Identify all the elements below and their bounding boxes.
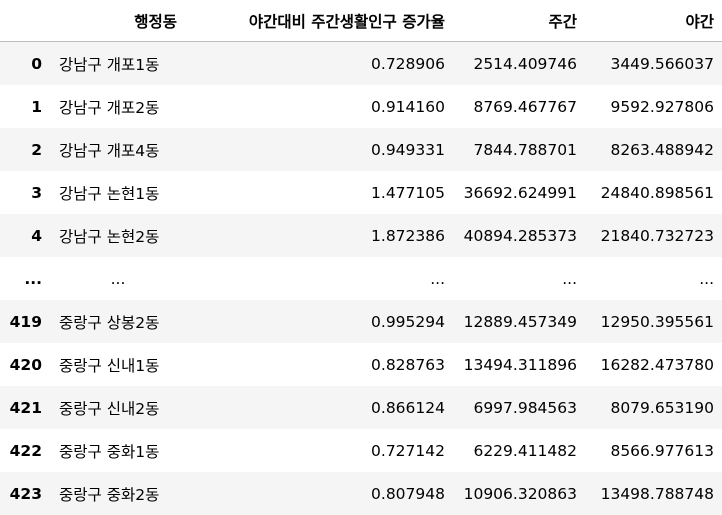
- table-row: 4 강남구 논현2동 1.872386 40894.285373 21840.7…: [0, 214, 722, 257]
- cell-night: 9592.927806: [585, 85, 722, 128]
- cell-day: 40894.285373: [453, 214, 585, 257]
- cell-day: 8769.467767: [453, 85, 585, 128]
- cell-dong: 중랑구 신내2동: [50, 386, 185, 429]
- index-header: [0, 0, 50, 42]
- table-row: 420 중랑구 신내1동 0.828763 13494.311896 16282…: [0, 343, 722, 386]
- cell-dong: 중랑구 상봉2동: [50, 300, 185, 343]
- cell-day: 6229.411482: [453, 429, 585, 472]
- cell-ratio: 1.477105: [185, 171, 453, 214]
- cell-day: 10906.320863: [453, 472, 585, 515]
- row-index: 419: [0, 300, 50, 343]
- cell-dong: 중랑구 신내1동: [50, 343, 185, 386]
- cell-day: 12889.457349: [453, 300, 585, 343]
- row-index: 420: [0, 343, 50, 386]
- cell-night: 21840.732723: [585, 214, 722, 257]
- table-body: 0 강남구 개포1동 0.728906 2514.409746 3449.566…: [0, 42, 722, 515]
- cell-ratio: 1.872386: [185, 214, 453, 257]
- table-row: 0 강남구 개포1동 0.728906 2514.409746 3449.566…: [0, 42, 722, 86]
- header-row: 행정동 야간대비 주간생활인구 증가율 주간 야간: [0, 0, 722, 42]
- row-index: 0: [0, 42, 50, 86]
- cell-ratio: 0.727142: [185, 429, 453, 472]
- table-row: 423 중랑구 중화2동 0.807948 10906.320863 13498…: [0, 472, 722, 515]
- row-index: 423: [0, 472, 50, 515]
- table-row: 2 강남구 개포4동 0.949331 7844.788701 8263.488…: [0, 128, 722, 171]
- cell-dong: 강남구 개포4동: [50, 128, 185, 171]
- table-row: 3 강남구 논현1동 1.477105 36692.624991 24840.8…: [0, 171, 722, 214]
- cell-night: 8566.977613: [585, 429, 722, 472]
- cell-dong: ...: [50, 257, 185, 300]
- column-header-ratio: 야간대비 주간생활인구 증가율: [185, 0, 453, 42]
- cell-night: ...: [585, 257, 722, 300]
- column-header-night: 야간: [585, 0, 722, 42]
- cell-night: 8079.653190: [585, 386, 722, 429]
- row-index: ...: [0, 257, 50, 300]
- cell-dong: 강남구 논현1동: [50, 171, 185, 214]
- cell-night: 13498.788748: [585, 472, 722, 515]
- cell-dong: 강남구 개포1동: [50, 42, 185, 86]
- cell-ratio: 0.828763: [185, 343, 453, 386]
- cell-day: 13494.311896: [453, 343, 585, 386]
- cell-ratio: 0.866124: [185, 386, 453, 429]
- cell-ratio: 0.949331: [185, 128, 453, 171]
- cell-ratio: ...: [185, 257, 453, 300]
- cell-day: 36692.624991: [453, 171, 585, 214]
- cell-night: 12950.395561: [585, 300, 722, 343]
- cell-ratio: 0.995294: [185, 300, 453, 343]
- dataframe-table: 행정동 야간대비 주간생활인구 증가율 주간 야간 0 강남구 개포1동 0.7…: [0, 0, 722, 515]
- cell-day: 6997.984563: [453, 386, 585, 429]
- cell-day: 2514.409746: [453, 42, 585, 86]
- row-index: 422: [0, 429, 50, 472]
- table-row: 419 중랑구 상봉2동 0.995294 12889.457349 12950…: [0, 300, 722, 343]
- row-index: 4: [0, 214, 50, 257]
- cell-day: 7844.788701: [453, 128, 585, 171]
- cell-day: ...: [453, 257, 585, 300]
- cell-night: 24840.898561: [585, 171, 722, 214]
- table-row: 421 중랑구 신내2동 0.866124 6997.984563 8079.6…: [0, 386, 722, 429]
- cell-dong: 중랑구 중화1동: [50, 429, 185, 472]
- table-row: 1 강남구 개포2동 0.914160 8769.467767 9592.927…: [0, 85, 722, 128]
- cell-dong: 강남구 개포2동: [50, 85, 185, 128]
- cell-dong: 중랑구 중화2동: [50, 472, 185, 515]
- cell-ratio: 0.914160: [185, 85, 453, 128]
- cell-ratio: 0.807948: [185, 472, 453, 515]
- cell-night: 3449.566037: [585, 42, 722, 86]
- ellipsis-row: ... ... ... ... ...: [0, 257, 722, 300]
- row-index: 2: [0, 128, 50, 171]
- table-row: 422 중랑구 중화1동 0.727142 6229.411482 8566.9…: [0, 429, 722, 472]
- cell-night: 8263.488942: [585, 128, 722, 171]
- row-index: 421: [0, 386, 50, 429]
- row-index: 3: [0, 171, 50, 214]
- cell-night: 16282.473780: [585, 343, 722, 386]
- cell-ratio: 0.728906: [185, 42, 453, 86]
- cell-dong: 강남구 논현2동: [50, 214, 185, 257]
- column-header-dong: 행정동: [50, 0, 185, 42]
- column-header-day: 주간: [453, 0, 585, 42]
- row-index: 1: [0, 85, 50, 128]
- table-header: 행정동 야간대비 주간생활인구 증가율 주간 야간: [0, 0, 722, 42]
